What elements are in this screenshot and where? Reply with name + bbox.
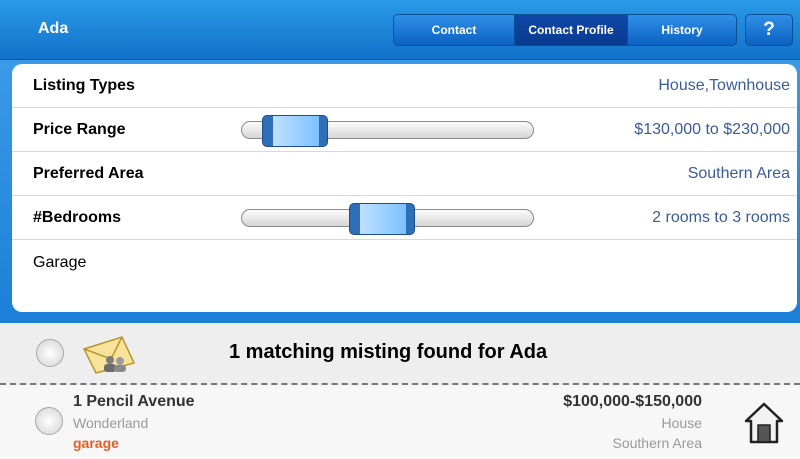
listing-price: $100,000-$150,000 bbox=[563, 393, 702, 410]
price-range-slider[interactable] bbox=[241, 115, 534, 147]
listing-types-label: Listing Types bbox=[33, 77, 135, 94]
listing-feature: garage bbox=[73, 435, 119, 451]
listing-select-radio[interactable] bbox=[35, 407, 63, 435]
listing-area: Southern Area bbox=[612, 435, 702, 451]
navigation-bar: Ada Contact Contact Profile History ? bbox=[0, 0, 800, 60]
listing-item[interactable]: 1 Pencil Avenue Wonderland garage $100,0… bbox=[0, 385, 800, 459]
bedrooms-slider[interactable] bbox=[241, 203, 534, 235]
preferred-area-row[interactable]: Preferred Area Southern Area bbox=[12, 152, 797, 196]
bedrooms-row: #Bedrooms 2 rooms to 3 rooms bbox=[12, 196, 797, 240]
listing-type: House bbox=[661, 415, 702, 431]
preferred-area-label: Preferred Area bbox=[33, 165, 144, 182]
mail-contacts-icon bbox=[82, 336, 136, 374]
listing-types-value: House,Townhouse bbox=[658, 77, 790, 94]
preferred-area-value: Southern Area bbox=[687, 165, 790, 182]
listing-types-row[interactable]: Listing Types House,Townhouse bbox=[12, 64, 797, 108]
house-icon[interactable] bbox=[743, 401, 785, 445]
bedrooms-slider-thumb[interactable] bbox=[349, 203, 415, 235]
price-range-value: $130,000 to $230,000 bbox=[634, 121, 790, 138]
profile-tabs: Contact Contact Profile History bbox=[393, 14, 737, 46]
price-range-slider-thumb[interactable] bbox=[262, 115, 328, 147]
listing-address: 1 Pencil Avenue bbox=[73, 393, 195, 410]
help-button[interactable]: ? bbox=[745, 14, 793, 46]
garage-row[interactable]: Garage bbox=[12, 240, 797, 284]
tab-contact[interactable]: Contact bbox=[394, 15, 515, 45]
tab-history[interactable]: History bbox=[628, 15, 736, 45]
match-summary-row: 1 matching misting found for Ada bbox=[0, 323, 800, 385]
tab-contact-profile[interactable]: Contact Profile bbox=[515, 15, 628, 45]
bedrooms-label: #Bedrooms bbox=[33, 209, 122, 226]
listing-city: Wonderland bbox=[73, 415, 149, 431]
price-range-label: Price Range bbox=[33, 121, 126, 138]
match-summary-text: 1 matching misting found for Ada bbox=[229, 341, 548, 363]
page-title: Ada bbox=[38, 20, 69, 37]
garage-label: Garage bbox=[33, 254, 87, 271]
bedrooms-value: 2 rooms to 3 rooms bbox=[652, 209, 790, 226]
preferences-card: Listing Types House,Townhouse Price Rang… bbox=[12, 64, 797, 312]
price-range-row: Price Range $130,000 to $230,000 bbox=[12, 108, 797, 152]
select-all-radio[interactable] bbox=[36, 339, 64, 367]
